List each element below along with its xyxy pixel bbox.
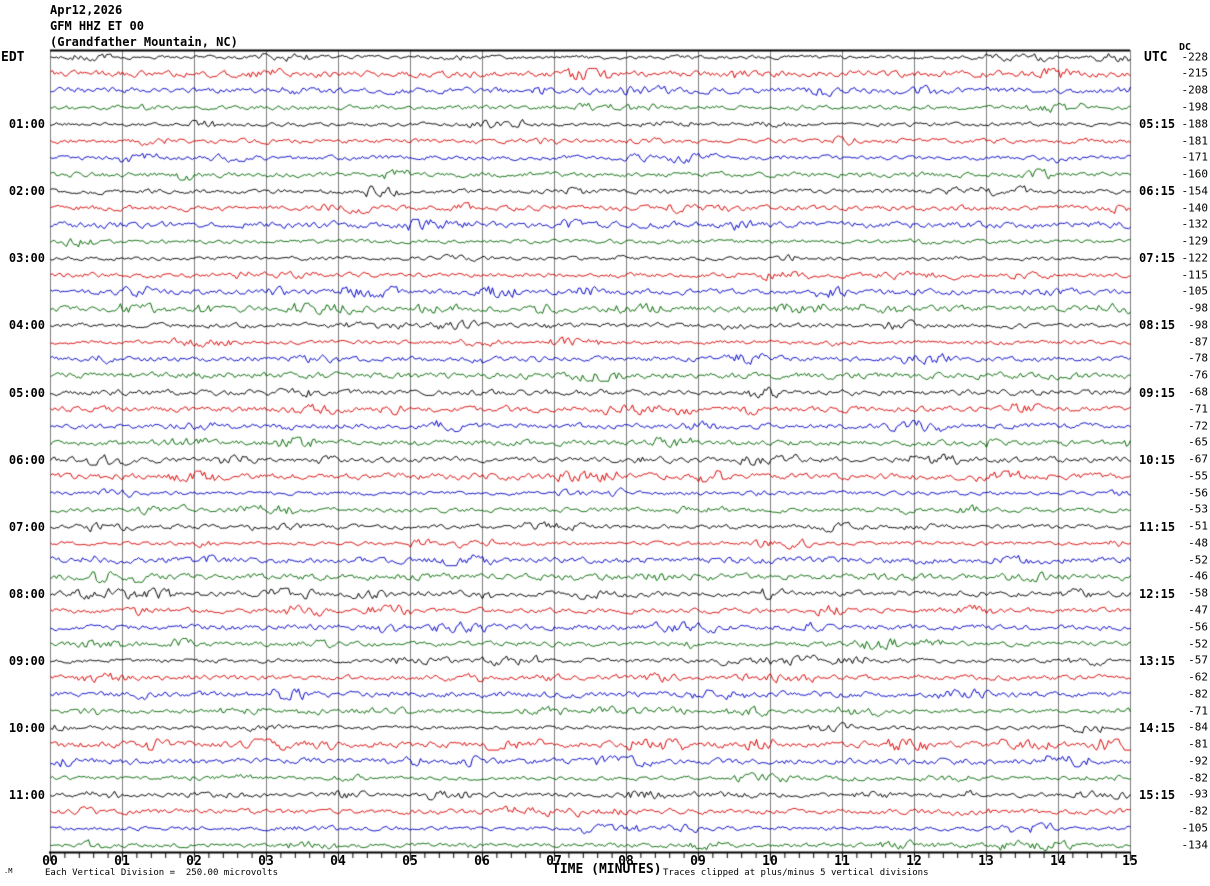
x-axis-tick-label: 11 bbox=[834, 854, 850, 869]
dc-offset-value: -134 bbox=[1181, 838, 1209, 852]
edt-hour-label: 10:00 bbox=[8, 720, 45, 735]
x-axis-tick-label: 02 bbox=[186, 854, 202, 869]
helicorder-traces-canvas bbox=[0, 0, 1210, 886]
dc-offset-value: -82 bbox=[1188, 804, 1208, 818]
left-timezone-label: EDT bbox=[1, 50, 25, 65]
x-axis-tick-label: 14 bbox=[1050, 854, 1066, 869]
dc-offset-value: -56 bbox=[1188, 486, 1208, 500]
dc-offset-value: -160 bbox=[1181, 167, 1209, 181]
dc-offset-value: -129 bbox=[1181, 234, 1209, 248]
dc-offset-value: -62 bbox=[1188, 670, 1208, 684]
dc-offset-value: -98 bbox=[1188, 318, 1208, 332]
edt-hour-label: 05:00 bbox=[8, 385, 45, 400]
dc-offset-value: -57 bbox=[1188, 653, 1208, 667]
dc-offset-value: -132 bbox=[1181, 217, 1209, 231]
dc-offset-value: -78 bbox=[1188, 351, 1208, 365]
x-axis-tick-label: 03 bbox=[258, 854, 274, 869]
dc-offset-value: -105 bbox=[1181, 284, 1209, 298]
station-location: (Grandfather Mountain, NC) bbox=[50, 35, 238, 49]
dc-offset-value: -188 bbox=[1181, 117, 1209, 131]
dc-offset-value: -46 bbox=[1188, 569, 1208, 583]
dc-offset-value: -51 bbox=[1188, 519, 1208, 533]
dc-offset-value: -215 bbox=[1181, 66, 1209, 80]
dc-offset-value: -105 bbox=[1181, 821, 1209, 835]
dc-offset-value: -171 bbox=[1181, 150, 1209, 164]
dc-offset-value: -82 bbox=[1188, 687, 1208, 701]
dc-offset-value: -122 bbox=[1181, 251, 1209, 265]
edt-hour-label: 07:00 bbox=[8, 519, 45, 534]
x-axis-tick-label: 15 bbox=[1122, 854, 1138, 869]
x-axis-tick-label: 04 bbox=[330, 854, 346, 869]
station-code: GFM HHZ ET 00 bbox=[50, 19, 144, 33]
helicorder-page: Apr12,2026 GFM HHZ ET 00 (Grandfather Mo… bbox=[0, 0, 1210, 886]
dc-offset-value: -92 bbox=[1188, 754, 1208, 768]
edt-hour-label: 06:00 bbox=[8, 452, 45, 467]
dc-offset-value: -55 bbox=[1188, 469, 1208, 483]
edt-hour-label: 09:00 bbox=[8, 653, 45, 668]
dc-offset-value: -65 bbox=[1188, 435, 1208, 449]
dc-offset-value: -47 bbox=[1188, 603, 1208, 617]
dc-offset-value: -93 bbox=[1188, 787, 1208, 801]
vertical-scale-note: Each Vertical Division = 250.00 microvol… bbox=[45, 868, 278, 878]
edt-hour-label: 08:00 bbox=[8, 586, 45, 601]
x-axis-tick-label: 13 bbox=[978, 854, 994, 869]
edt-hour-label: 11:00 bbox=[8, 787, 45, 802]
edt-hour-label: 01:00 bbox=[8, 117, 45, 132]
dc-offset-value: -181 bbox=[1181, 134, 1209, 148]
dc-offset-value: -53 bbox=[1188, 502, 1208, 516]
x-axis-title: TIME (MINUTES) bbox=[552, 862, 662, 877]
edt-hour-label: 03:00 bbox=[8, 251, 45, 266]
dc-offset-value: -58 bbox=[1188, 586, 1208, 600]
dc-offset-value: -81 bbox=[1188, 737, 1208, 751]
dc-offset-value: -87 bbox=[1188, 335, 1208, 349]
x-axis-tick-label: 10 bbox=[762, 854, 778, 869]
plot-date: Apr12,2026 bbox=[50, 3, 123, 17]
x-axis-tick-label: 05 bbox=[402, 854, 418, 869]
x-axis-tick-label: 00 bbox=[42, 854, 58, 869]
dc-offset-value: -71 bbox=[1188, 704, 1208, 718]
dc-offset-value: -115 bbox=[1181, 268, 1209, 282]
dc-offset-value: -48 bbox=[1188, 536, 1208, 550]
dc-offset-value: -52 bbox=[1188, 637, 1208, 650]
dc-offset-value: -68 bbox=[1188, 385, 1208, 399]
dc-offset-value: -76 bbox=[1188, 368, 1208, 382]
edt-hour-label: 04:00 bbox=[8, 318, 45, 333]
x-axis-tick-label: 12 bbox=[906, 854, 922, 869]
edt-hour-label: 02:00 bbox=[8, 184, 45, 199]
dc-offset-value: -82 bbox=[1188, 771, 1208, 785]
dc-offset-value: -208 bbox=[1181, 83, 1209, 97]
dc-offset-value: -84 bbox=[1188, 720, 1208, 734]
x-axis-tick-label: 09 bbox=[690, 854, 706, 869]
dc-offset-value: -52 bbox=[1188, 553, 1208, 567]
corner-mark: .M bbox=[4, 867, 13, 875]
x-axis-tick-label: 06 bbox=[474, 854, 490, 869]
dc-offset-value: -56 bbox=[1188, 620, 1208, 634]
x-axis-tick-label: 01 bbox=[114, 854, 130, 869]
dc-offset-value: -72 bbox=[1188, 419, 1208, 433]
dc-offset-value: -67 bbox=[1188, 452, 1208, 466]
dc-offset-value: -98 bbox=[1188, 301, 1208, 315]
clipping-note: Traces clipped at plus/minus 5 vertical … bbox=[663, 868, 929, 878]
dc-offset-value: -140 bbox=[1181, 201, 1209, 215]
dc-offset-value: -154 bbox=[1181, 184, 1209, 198]
dc-offset-value: -228 bbox=[1181, 50, 1209, 64]
dc-offset-value: -71 bbox=[1188, 402, 1208, 416]
dc-offset-value: -198 bbox=[1181, 100, 1209, 114]
